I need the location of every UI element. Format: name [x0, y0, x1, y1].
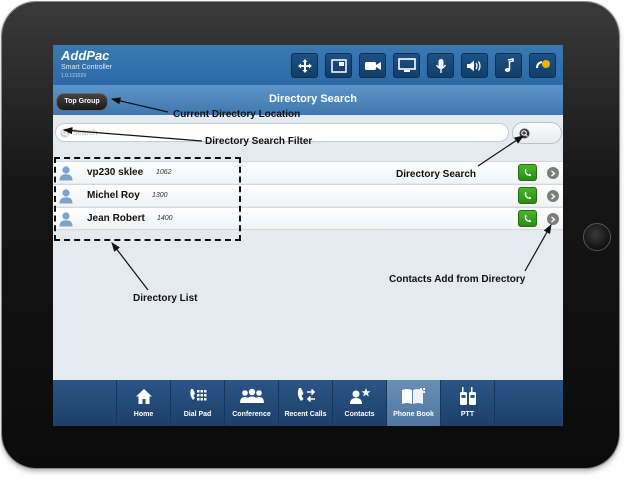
arrow-search-filter [62, 127, 203, 142]
arrow-current-location [110, 97, 169, 113]
arrow-directory-search [477, 135, 524, 167]
callout-directory-search: Directory Search [396, 169, 477, 180]
callout-search-filter: Directory Search Filter [205, 136, 313, 147]
arrow-directory-list [111, 242, 149, 291]
callout-directory-list: Directory List [133, 293, 198, 304]
arrow-contacts-add [524, 223, 552, 272]
annotation-arrows [62, 97, 552, 291]
callout-current-location: Current Directory Location [173, 109, 301, 120]
callout-contacts-add: Contacts Add from Directory [389, 274, 526, 285]
